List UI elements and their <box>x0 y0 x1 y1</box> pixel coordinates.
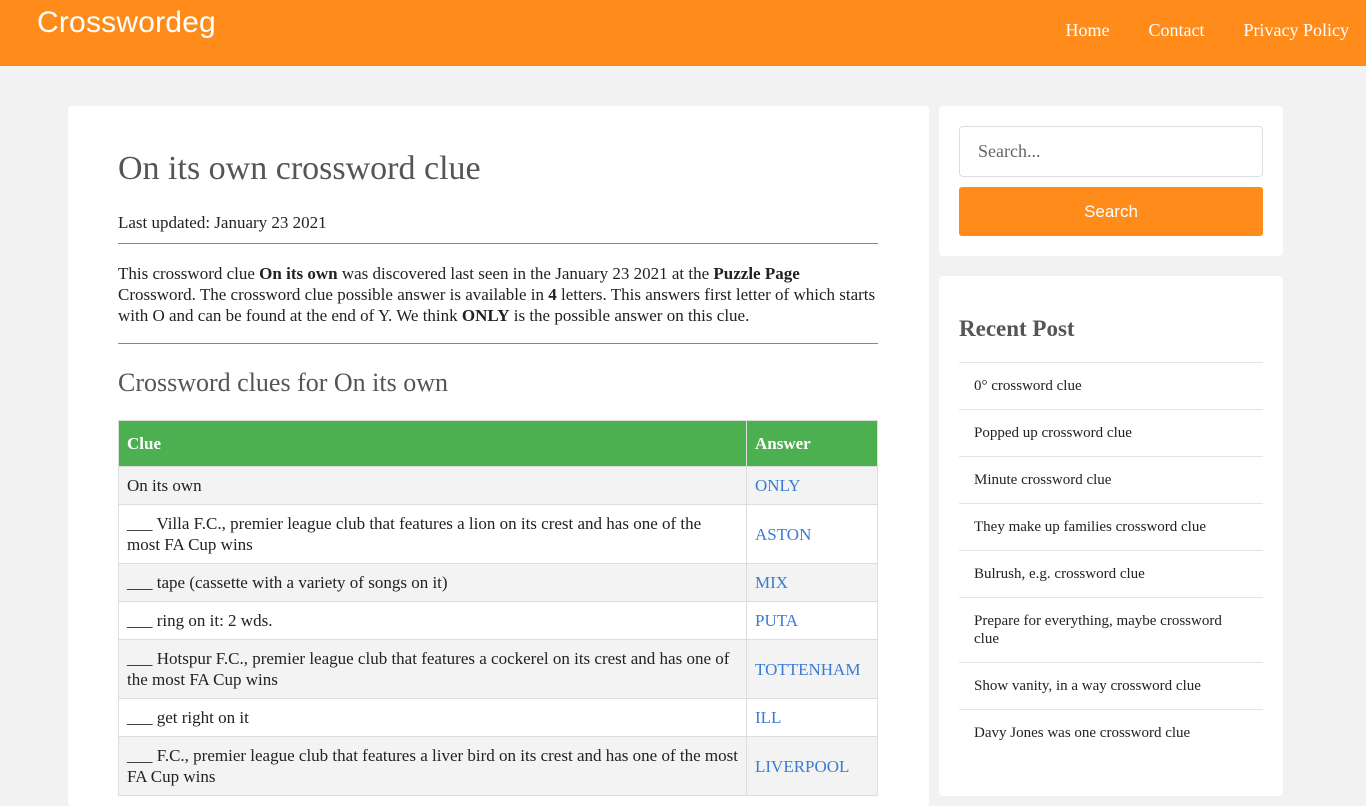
site-logo[interactable]: Crosswordeg <box>37 6 216 40</box>
page-title: On its own crossword clue <box>118 150 481 187</box>
article-card: On its own crossword clue Last updated: … <box>68 106 929 806</box>
search-widget: Search <box>939 106 1283 256</box>
nav-home[interactable]: Home <box>1066 20 1110 41</box>
recent-posts-widget: Recent Post 0° crossword clue Popped up … <box>939 276 1283 796</box>
recent-post-link[interactable]: Prepare for everything, maybe crossword … <box>959 597 1263 662</box>
table-row: ___ Villa F.C., premier league club that… <box>118 504 878 564</box>
recent-post-link[interactable]: Show vanity, in a way crossword clue <box>959 662 1263 709</box>
recent-posts-title: Recent Post <box>959 316 1075 341</box>
recent-post-link[interactable]: 0° crossword clue <box>959 362 1263 409</box>
desc-answer: ONLY <box>461 306 510 325</box>
table-row: ___ F.C., premier league club that featu… <box>118 736 878 796</box>
clue-cell: On its own <box>118 466 747 505</box>
clue-cell: ___ Hotspur F.C., premier league club th… <box>118 639 747 699</box>
table-row: ___ tape (cassette with a variety of son… <box>118 563 878 602</box>
answer-link[interactable]: ONLY <box>746 466 878 505</box>
answer-link[interactable]: TOTTENHAM <box>746 639 878 699</box>
recent-post-link[interactable]: Bulrush, e.g. crossword clue <box>959 550 1263 597</box>
desc-letters: 4 <box>548 285 557 304</box>
desc-text: is the possible answer on this clue. <box>509 306 750 325</box>
search-button[interactable]: Search <box>959 187 1263 236</box>
table-row: ___ ring on it: 2 wds. PUTA <box>118 601 878 640</box>
desc-text: This crossword clue <box>118 264 260 283</box>
site-header: Crosswordeg Home Contact Privacy Policy <box>0 0 1366 66</box>
desc-text: Crossword. The crossword clue possible a… <box>118 285 549 304</box>
clues-subtitle: Crossword clues for On its own <box>118 368 449 397</box>
answer-link[interactable]: MIX <box>746 563 878 602</box>
clue-cell: ___ Villa F.C., premier league club that… <box>118 504 747 564</box>
desc-text: was discovered last seen in the January … <box>337 264 714 283</box>
desc-source: Puzzle Page <box>713 264 800 283</box>
answer-link[interactable]: ILL <box>746 698 878 737</box>
main-nav: Home Contact Privacy Policy <box>1027 20 1350 41</box>
clue-description: This crossword clue On its own was disco… <box>118 263 878 326</box>
last-updated: Last updated: January 23 2021 <box>118 213 327 232</box>
search-input[interactable] <box>959 126 1263 177</box>
recent-post-link[interactable]: Davy Jones was one crossword clue <box>959 709 1263 756</box>
table-row: ___ get right on it ILL <box>118 698 878 737</box>
table-row: On its own ONLY <box>118 466 878 505</box>
nav-contact[interactable]: Contact <box>1149 20 1205 41</box>
recent-post-link[interactable]: Minute crossword clue <box>959 456 1263 503</box>
recent-post-link[interactable]: They make up families crossword clue <box>959 503 1263 550</box>
recent-post-link[interactable]: Popped up crossword clue <box>959 409 1263 456</box>
answer-column-header: Answer <box>746 420 878 467</box>
divider <box>118 243 878 244</box>
clue-cell: ___ F.C., premier league club that featu… <box>118 736 747 796</box>
clue-cell: ___ ring on it: 2 wds. <box>118 601 747 640</box>
recent-posts-list: 0° crossword clue Popped up crossword cl… <box>959 362 1263 756</box>
clue-cell: ___ get right on it <box>118 698 747 737</box>
answer-link[interactable]: LIVERPOOL <box>746 736 878 796</box>
clue-cell: ___ tape (cassette with a variety of son… <box>118 563 747 602</box>
answer-link[interactable]: ASTON <box>746 504 878 564</box>
divider <box>118 343 878 344</box>
clue-column-header: Clue <box>118 420 747 467</box>
nav-privacy-policy[interactable]: Privacy Policy <box>1244 20 1350 41</box>
clues-table: Clue Answer On its own ONLY ___ Villa F.… <box>118 420 878 796</box>
table-row: ___ Hotspur F.C., premier league club th… <box>118 639 878 699</box>
answer-link[interactable]: PUTA <box>746 601 878 640</box>
desc-clue: On its own <box>259 264 338 283</box>
